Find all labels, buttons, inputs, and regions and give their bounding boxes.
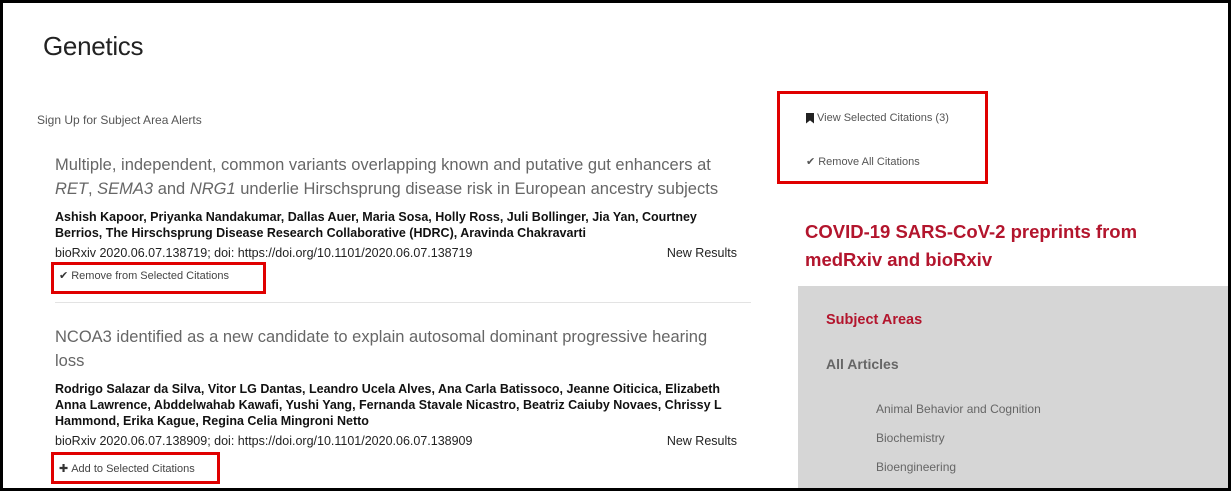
view-citations-label: View Selected Citations (3) — [817, 112, 949, 124]
remove-all-label: Remove All Citations — [818, 155, 920, 168]
article-doi: bioRxiv 2020.06.07.138909; doi: https://… — [55, 434, 473, 448]
article-authors: Ashish Kapoor, Priyanka Nandakumar, Dall… — [55, 210, 697, 240]
checkmark-icon: ✔ — [59, 270, 69, 282]
article-doi: bioRxiv 2020.06.07.138719; doi: https://… — [55, 246, 473, 260]
article-title[interactable]: NCOA3 identified as a new candidate to e… — [55, 325, 741, 373]
subject-areas-panel: Subject Areas All Articles Animal Behavi… — [798, 286, 1228, 488]
article-divider — [55, 302, 751, 303]
add-to-citations-button[interactable]: ✚ Add to Selected Citations — [59, 462, 195, 476]
plus-icon: ✚ — [59, 463, 69, 475]
article-item: Multiple, independent, common variants o… — [55, 153, 741, 261]
article-type: New Results — [666, 246, 737, 260]
view-selected-citations-link[interactable]: View Selected Citations (3) — [806, 112, 949, 124]
page-title: Genetics — [43, 31, 144, 61]
article-meta: bioRxiv 2020.06.07.138909; doi: https://… — [55, 433, 741, 449]
article-type: New Results — [666, 434, 737, 448]
subject-areas-heading: Subject Areas — [826, 312, 923, 328]
page-frame: Genetics Sign Up for Subject Area Alerts… — [0, 0, 1231, 491]
subject-alerts-link[interactable]: Sign Up for Subject Area Alerts — [37, 113, 202, 127]
subject-item[interactable]: Animal Behavior and Cognition — [876, 402, 1041, 416]
article-title[interactable]: Multiple, independent, common variants o… — [55, 153, 741, 201]
citation-action-label: Remove from Selected Citations — [71, 269, 229, 282]
article-item: NCOA3 identified as a new candidate to e… — [55, 325, 741, 449]
covid-preprints-link[interactable]: COVID-19 SARS-CoV-2 preprints from medRx… — [805, 218, 1205, 274]
article-authors: Rodrigo Salazar da Silva, Vitor LG Danta… — [55, 382, 722, 428]
remove-all-citations-link[interactable]: ✔ Remove All Citations — [806, 155, 920, 169]
remove-from-citations-button[interactable]: ✔ Remove from Selected Citations — [59, 269, 229, 283]
all-articles-link[interactable]: All Articles — [826, 356, 899, 372]
article-meta: bioRxiv 2020.06.07.138719; doi: https://… — [55, 245, 741, 261]
subject-item[interactable]: Biochemistry — [876, 431, 945, 445]
highlight-box-citation-tools — [777, 91, 988, 184]
subject-item[interactable]: Bioengineering — [876, 460, 956, 474]
checkmark-icon: ✔ — [806, 156, 816, 168]
citation-action-label: Add to Selected Citations — [71, 462, 195, 475]
bookmark-icon — [806, 112, 814, 124]
